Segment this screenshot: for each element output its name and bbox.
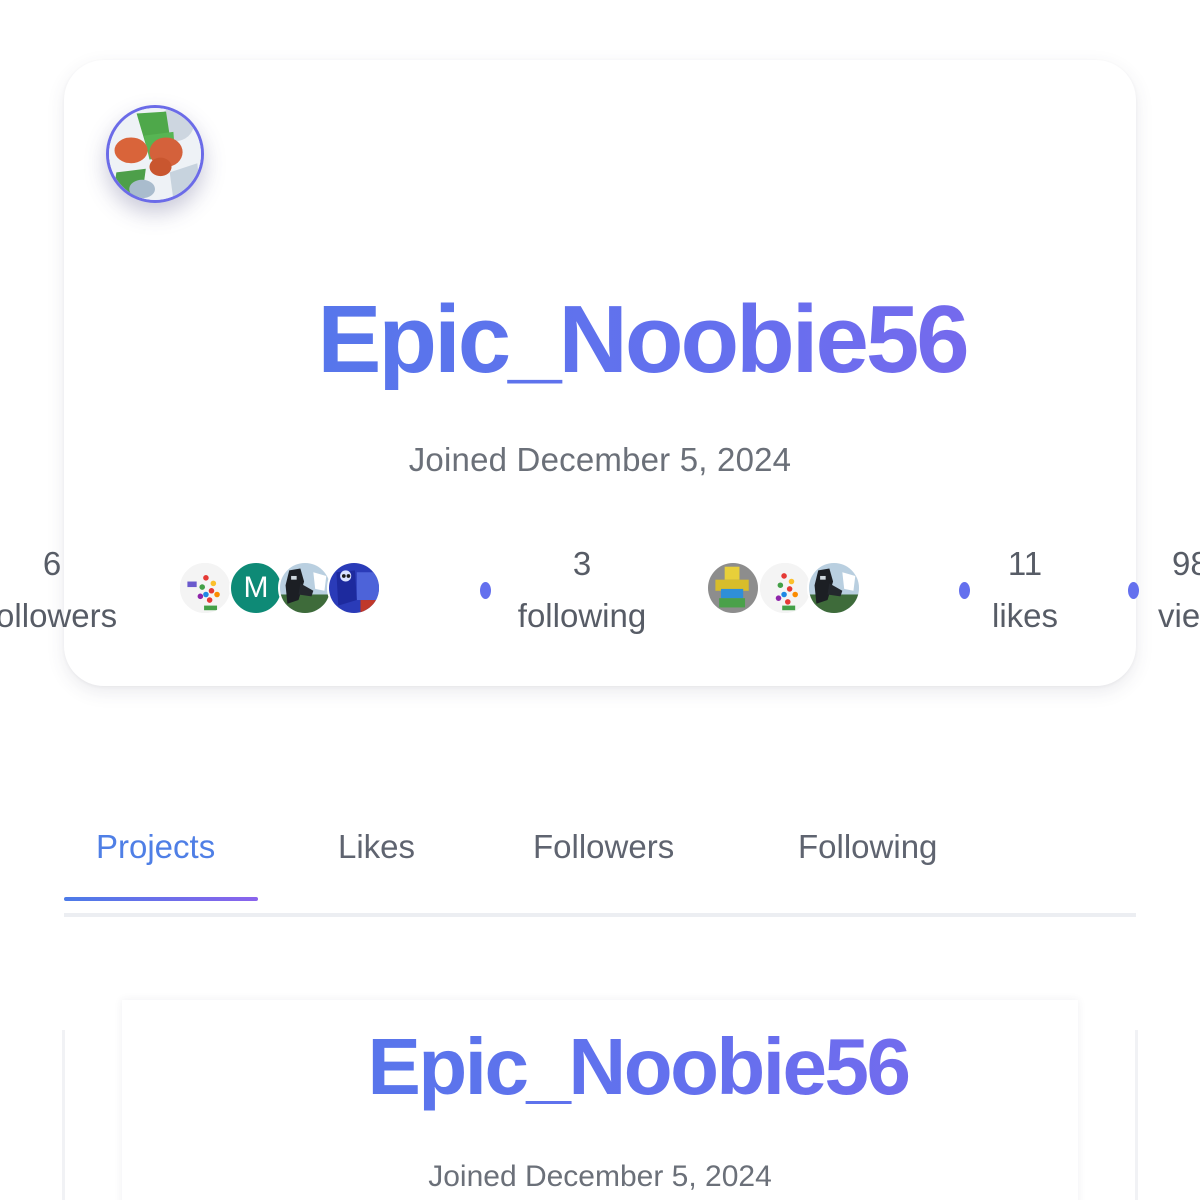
follower-avatar[interactable]: [327, 561, 381, 615]
following-avatar[interactable]: [758, 561, 812, 615]
dark-figure-avatar-icon: [809, 563, 859, 613]
follower-avatar[interactable]: M: [229, 561, 283, 615]
stat-followers[interactable]: 6 followers: [0, 538, 132, 642]
profile-joined-date: Joined December 5, 2024: [408, 441, 792, 478]
stat-views-count: 98: [1172, 545, 1200, 582]
follower-avatar[interactable]: [178, 561, 232, 615]
following-avatar[interactable]: [706, 561, 760, 615]
dark-figure-avatar-icon: [280, 563, 330, 613]
stat-likes[interactable]: 11 likes: [965, 538, 1085, 642]
project-card-joined: Joined December 5, 2024: [428, 1160, 772, 1193]
colorful-dots-avatar-icon: [760, 563, 810, 613]
stat-separator-dot: [1128, 582, 1139, 599]
tabs-divider: [64, 913, 1136, 917]
stat-views[interactable]: 98 views: [1158, 538, 1200, 642]
blue-character-avatar-icon: [329, 563, 379, 613]
active-tab-indicator: [64, 897, 258, 901]
stat-separator-dot: [480, 582, 491, 599]
stat-likes-count: 11: [1007, 545, 1043, 582]
stat-followers-count: 6: [42, 545, 62, 582]
stat-likes-label: likes: [991, 597, 1059, 634]
following-avatar[interactable]: [807, 561, 861, 615]
colorful-dots-avatar-icon: [180, 563, 230, 613]
stat-followers-label: followers: [0, 597, 118, 634]
blocky-character-avatar-icon: [109, 108, 201, 200]
stat-following-count: 3: [572, 545, 592, 582]
profile-page: Epic_Noobie56 Joined December 5, 2024 6 …: [0, 0, 1200, 1200]
tab-followers[interactable]: Followers: [533, 828, 674, 866]
project-card-title: Epic_Noobie56: [0, 1022, 1200, 1112]
yellow-blocky-avatar-icon: [708, 563, 758, 613]
stat-views-label: views: [1158, 597, 1200, 634]
profile-avatar[interactable]: [106, 105, 204, 203]
stat-following[interactable]: 3 following: [502, 538, 662, 642]
follower-avatar[interactable]: [278, 561, 332, 615]
profile-username: Epic_Noobie56: [0, 290, 1200, 390]
tab-projects[interactable]: Projects: [96, 828, 215, 866]
profile-tabs: Projects Likes Followers Following: [64, 800, 1136, 918]
tab-likes[interactable]: Likes: [338, 828, 415, 866]
stat-following-label: following: [517, 597, 647, 634]
tab-following[interactable]: Following: [798, 828, 937, 866]
follower-avatar-letter: M: [243, 571, 269, 604]
